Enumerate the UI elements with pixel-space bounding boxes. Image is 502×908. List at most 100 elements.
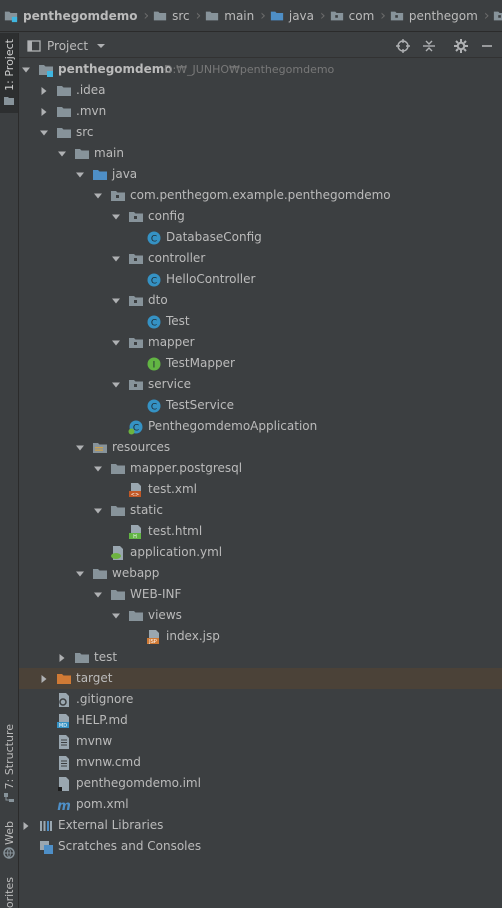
tree-node[interactable]: JSP index.jsp bbox=[19, 626, 502, 647]
folder-icon bbox=[56, 125, 72, 141]
tree-node-label: java bbox=[112, 167, 138, 181]
expanded-arrow-icon[interactable] bbox=[111, 337, 121, 347]
breadcrumb-item[interactable]: com › bbox=[326, 0, 386, 31]
tree-node[interactable]: resources bbox=[19, 437, 502, 458]
tree-node[interactable]: .idea bbox=[19, 80, 502, 101]
structure-icon bbox=[4, 793, 14, 803]
tree-node[interactable]: .gitignore bbox=[19, 689, 502, 710]
package-icon bbox=[128, 251, 144, 267]
svg-text:C: C bbox=[151, 277, 157, 287]
tree-node[interactable]: application.yml bbox=[19, 542, 502, 563]
tree-node[interactable]: mapper bbox=[19, 332, 502, 353]
collapsed-arrow-icon[interactable] bbox=[39, 85, 49, 95]
expanded-arrow-icon[interactable] bbox=[57, 148, 67, 158]
folder-icon bbox=[74, 146, 90, 162]
project-view-selector[interactable]: Project bbox=[27, 33, 106, 58]
expanded-arrow-icon[interactable] bbox=[75, 442, 85, 452]
expanded-arrow-icon[interactable] bbox=[93, 463, 103, 473]
tab-structure-label: 7: Structure bbox=[2, 723, 16, 790]
collapsed-arrow-icon[interactable] bbox=[21, 820, 31, 830]
tree-node[interactable]: dto bbox=[19, 290, 502, 311]
tree-node[interactable]: views bbox=[19, 605, 502, 626]
panel-title: Project bbox=[47, 38, 89, 53]
tree-node[interactable]: MD HELP.md bbox=[19, 710, 502, 731]
collapse-all-icon[interactable] bbox=[421, 38, 437, 54]
expanded-arrow-icon[interactable] bbox=[93, 190, 103, 200]
expanded-arrow-icon[interactable] bbox=[21, 64, 31, 74]
expanded-arrow-icon[interactable] bbox=[111, 295, 121, 305]
gear-icon[interactable] bbox=[453, 38, 469, 54]
tree-node[interactable]: src bbox=[19, 122, 502, 143]
svg-text:H: H bbox=[133, 534, 137, 540]
breadcrumb-item[interactable]: examp bbox=[489, 0, 502, 31]
expanded-arrow-icon[interactable] bbox=[111, 610, 121, 620]
tree-node[interactable]: mvnw bbox=[19, 731, 502, 752]
tree-node[interactable]: target bbox=[19, 668, 502, 689]
tree-node[interactable]: External Libraries bbox=[19, 815, 502, 836]
tree-node[interactable]: controller bbox=[19, 248, 502, 269]
tree-node[interactable]: main bbox=[19, 143, 502, 164]
breadcrumb-label: penthegomdemo bbox=[23, 8, 138, 23]
expanded-arrow-icon[interactable] bbox=[39, 127, 49, 137]
locate-icon[interactable] bbox=[395, 38, 411, 54]
expanded-arrow-icon[interactable] bbox=[111, 379, 121, 389]
expanded-arrow-icon[interactable] bbox=[93, 505, 103, 515]
tree-node[interactable]: webapp bbox=[19, 563, 502, 584]
tab-favorites-label: orites bbox=[2, 876, 16, 908]
hide-icon[interactable] bbox=[479, 38, 495, 54]
libraries-icon bbox=[38, 818, 54, 834]
breadcrumb-label: src bbox=[172, 8, 190, 23]
tab-project[interactable]: 1: Project bbox=[0, 33, 18, 113]
tree-node[interactable]: test bbox=[19, 647, 502, 668]
tree-node[interactable]: config bbox=[19, 206, 502, 227]
folder-icon bbox=[128, 608, 144, 624]
tree-node[interactable]: java bbox=[19, 164, 502, 185]
tree-node[interactable]: C DatabaseConfig bbox=[19, 227, 502, 248]
tree-node[interactable]: mvnw.cmd bbox=[19, 752, 502, 773]
collapsed-arrow-icon[interactable] bbox=[39, 673, 49, 683]
tree-node[interactable]: .mvn bbox=[19, 101, 502, 122]
tree-node[interactable]: penthegomdemo D:₩_JUNHO₩penthegomdemo bbox=[19, 59, 502, 80]
folder-icon bbox=[205, 9, 219, 23]
svg-text:JSP: JSP bbox=[148, 639, 157, 645]
tree-node[interactable]: C HelloController bbox=[19, 269, 502, 290]
tree-node[interactable]: C PenthegomdemoApplication bbox=[19, 416, 502, 437]
breadcrumb-item[interactable]: penthegomdemo › bbox=[0, 0, 149, 31]
maven-file-icon: m bbox=[56, 797, 72, 814]
collapsed-arrow-icon[interactable] bbox=[57, 652, 67, 662]
tab-structure[interactable]: 7: Structure bbox=[0, 723, 18, 805]
gitignore-file-icon bbox=[56, 692, 72, 708]
tab-favorites[interactable]: orites bbox=[0, 873, 18, 908]
breadcrumb-item[interactable]: penthegom › bbox=[386, 0, 489, 31]
tab-web[interactable]: Web bbox=[0, 815, 18, 865]
tree-node[interactable]: Scratches and Consoles bbox=[19, 836, 502, 857]
tree-node[interactable]: Htest.html bbox=[19, 521, 502, 542]
left-tool-window-strip: 1: Project 7: Structure Web orites bbox=[0, 33, 19, 908]
expanded-arrow-icon[interactable] bbox=[111, 253, 121, 263]
collapsed-arrow-icon[interactable] bbox=[39, 106, 49, 116]
expanded-arrow-icon[interactable] bbox=[75, 169, 85, 179]
tree-node[interactable]: com.penthegom.example.penthegomdemo bbox=[19, 185, 502, 206]
tree-node[interactable]: m pom.xml bbox=[19, 794, 502, 815]
tree-node[interactable]: C TestService bbox=[19, 395, 502, 416]
expanded-arrow-icon[interactable] bbox=[93, 589, 103, 599]
tree-node-label: mapper.postgresql bbox=[130, 461, 243, 475]
tree-node[interactable]: WEB-INF bbox=[19, 584, 502, 605]
tree-node[interactable]: penthegomdemo.iml bbox=[19, 773, 502, 794]
tree-node[interactable]: I TestMapper bbox=[19, 353, 502, 374]
tree-node-label: Test bbox=[166, 314, 190, 328]
tree-node[interactable]: <> test.xml bbox=[19, 479, 502, 500]
expanded-arrow-icon[interactable] bbox=[111, 211, 121, 221]
tree-node-label: External Libraries bbox=[58, 818, 164, 832]
svg-text:I: I bbox=[153, 361, 156, 371]
breadcrumb-item[interactable]: main › bbox=[201, 0, 266, 31]
html-file-icon: H bbox=[128, 524, 144, 540]
expanded-arrow-icon[interactable] bbox=[75, 568, 85, 578]
iml-file-icon bbox=[56, 776, 72, 792]
tree-node[interactable]: service bbox=[19, 374, 502, 395]
tree-node[interactable]: static bbox=[19, 500, 502, 521]
breadcrumb-item[interactable]: java › bbox=[266, 0, 326, 31]
tree-node[interactable]: C Test bbox=[19, 311, 502, 332]
breadcrumb-item[interactable]: src › bbox=[149, 0, 201, 31]
tree-node[interactable]: mapper.postgresql bbox=[19, 458, 502, 479]
